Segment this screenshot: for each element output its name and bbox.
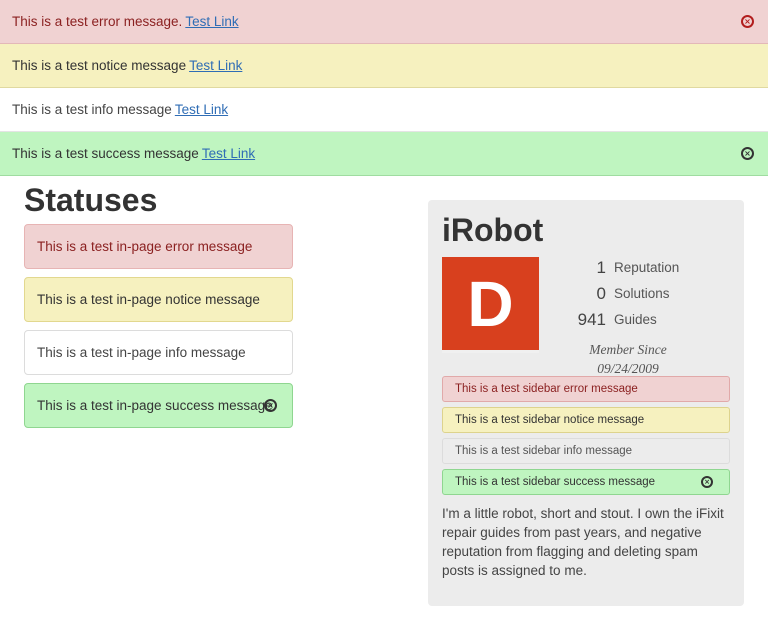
in-page-info-message: This is a test in-page info message [24,330,293,375]
close-icon[interactable]: × [264,399,277,412]
user-sidebar: iRobot D 1 Reputation 0 Solutions 941 Gu… [428,200,744,606]
in-page-error-message: This is a test in-page error message [24,224,293,269]
success-banner: This is a test success message Test Link… [0,132,768,176]
member-since: Member Since 09/24/2009 [578,340,678,378]
in-page-success-message: This is a test in-page success message × [24,383,293,428]
sidebar-info-text: This is a test sidebar info message [455,445,633,457]
in-page-info-text: This is a test in-page info message [37,345,246,360]
info-banner: This is a test info message Test Link [0,88,768,132]
in-page-error-text: This is a test in-page error message [37,239,253,254]
sidebar-error-message: This is a test sidebar error message [442,376,730,402]
info-banner-text: This is a test info message [12,102,172,117]
close-icon[interactable]: × [741,15,754,28]
success-banner-link[interactable]: Test Link [202,146,255,161]
in-page-notice-text: This is a test in-page notice message [37,292,260,307]
sidebar-info-message: This is a test sidebar info message [442,438,730,464]
guides-label[interactable]: Guides [614,310,657,330]
close-icon[interactable]: × [701,476,713,488]
notice-banner-link[interactable]: Test Link [189,58,242,73]
error-banner: This is a test error message. Test Link … [0,0,768,44]
sidebar-notice-message: This is a test sidebar notice message [442,407,730,433]
solutions-value: 0 [596,284,606,303]
avatar[interactable]: D [442,257,539,353]
notice-banner-text: This is a test notice message [12,58,187,73]
success-banner-text: This is a test success message [12,146,199,161]
user-bio: I'm a little robot, short and stout. I o… [442,506,724,578]
reputation-value: 1 [596,258,606,277]
info-banner-link[interactable]: Test Link [175,102,228,117]
close-icon[interactable]: × [741,147,754,160]
sidebar-notice-text: This is a test sidebar notice message [455,414,645,426]
in-page-notice-message: This is a test in-page notice message [24,277,293,322]
guides-value: 941 [577,310,606,329]
member-since-label: Member Since [589,342,667,357]
notice-banner: This is a test notice message Test Link [0,44,768,88]
page-title: Statuses [24,182,158,218]
sidebar-success-message: This is a test sidebar success message × [442,469,730,495]
solutions-label[interactable]: Solutions [614,284,670,304]
sidebar-error-text: This is a test sidebar error message [455,383,638,395]
reputation-label[interactable]: Reputation [614,258,679,278]
in-page-success-text: This is a test in-page success message [37,398,273,413]
error-banner-link[interactable]: Test Link [185,14,238,29]
sidebar-success-text: This is a test sidebar success message [455,476,656,488]
user-name: iRobot [442,212,544,248]
error-banner-text: This is a test error message. [12,14,183,29]
